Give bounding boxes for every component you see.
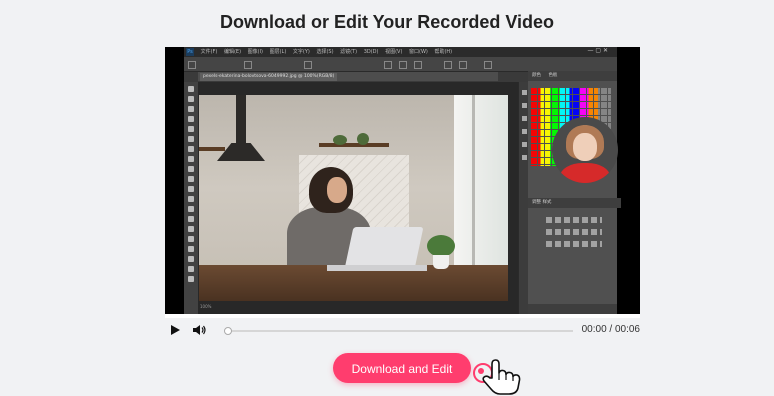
menu-item: 3D(D)	[363, 49, 379, 55]
menu-item: 滤镜(T)	[340, 49, 358, 55]
menu-item: 窗口(W)	[409, 49, 428, 55]
tool-icon	[188, 156, 194, 162]
menu-item: 编辑(E)	[223, 49, 242, 55]
align-icon	[399, 61, 407, 69]
menu-item: 选择(S)	[316, 49, 334, 55]
tool-icon	[188, 206, 194, 212]
tool-icon	[188, 256, 194, 262]
editor-options-bar	[184, 57, 617, 72]
plant	[357, 133, 369, 145]
player-controls: 00:00 / 00:06	[165, 320, 640, 342]
panel-tab: 颜色	[532, 73, 541, 78]
document-tab: pexels-ekaterina-bolovtsova-6049992.jpg …	[200, 73, 338, 81]
menu-item: 帮助(H)	[434, 49, 453, 55]
photoshop-screen: Ps 文件(F) 编辑(E) 图像(I) 图层(L) 文字(Y) 选择(S) 滤…	[184, 47, 621, 314]
editor-panels: 颜色 色板 调整 样式	[528, 71, 621, 314]
panel-icon	[521, 129, 527, 134]
tool-icon	[188, 176, 194, 182]
plant	[333, 135, 347, 145]
align-icon	[384, 61, 392, 69]
video-frame[interactable]: Ps 文件(F) 编辑(E) 图像(I) 图层(L) 文字(Y) 选择(S) 滤…	[165, 47, 640, 314]
potted-plant	[427, 235, 455, 257]
zoom-status: 100%	[200, 304, 212, 309]
shelf	[319, 143, 389, 147]
tool-icon	[188, 216, 194, 222]
range-hood	[217, 143, 265, 161]
progress-bar[interactable]	[224, 327, 573, 335]
tool-icon	[188, 236, 194, 242]
menu-item: 文件(F)	[200, 49, 218, 55]
tool-icon	[188, 86, 194, 92]
video-player[interactable]: Ps 文件(F) 编辑(E) 图像(I) 图层(L) 文字(Y) 选择(S) 滤…	[165, 47, 640, 318]
align-icon	[484, 61, 492, 69]
hand-cursor-icon	[482, 359, 521, 395]
download-and-edit-button[interactable]: Download and Edit	[333, 353, 471, 383]
tool-icon	[188, 166, 194, 172]
menu-item: 视图(V)	[385, 49, 403, 55]
tool-icon	[188, 186, 194, 192]
woman	[327, 177, 347, 203]
volume-icon[interactable]	[193, 324, 207, 336]
align-icon	[459, 61, 467, 69]
panel-tab: 样式	[542, 200, 552, 205]
align-icon	[414, 61, 422, 69]
option-icon	[304, 61, 312, 69]
potted-plant	[433, 255, 449, 269]
webcam-overlay	[552, 117, 618, 183]
webcam-person	[560, 163, 610, 183]
menu-item: 文字(Y)	[292, 49, 310, 55]
tool-icon	[188, 136, 194, 142]
ps-logo-icon: Ps	[186, 48, 194, 56]
tool-icon	[188, 116, 194, 122]
menu-item: 图层(L)	[269, 49, 287, 55]
editor-canvas: 100%	[198, 82, 518, 314]
swatches-panel-tabs: 颜色 色板	[528, 71, 617, 81]
option-icon	[244, 61, 252, 69]
toolbox	[184, 82, 198, 314]
tool-icon	[188, 106, 194, 112]
adjustments-panel-tabs: 调整 样式	[528, 198, 621, 208]
tool-icon	[188, 226, 194, 232]
tool-icon	[188, 126, 194, 132]
page-title: Download or Edit Your Recorded Video	[219, 12, 555, 32]
laptop	[344, 227, 424, 269]
editor-menubar: Ps 文件(F) 编辑(E) 图像(I) 图层(L) 文字(Y) 选择(S) 滤…	[184, 47, 617, 57]
tool-icon	[188, 276, 194, 282]
panel-tab: 色板	[548, 73, 558, 78]
tool-icon	[188, 266, 194, 272]
tool-icon	[188, 246, 194, 252]
panel-icon	[521, 90, 527, 95]
progress-thumb[interactable]	[224, 327, 232, 335]
panel-icon	[521, 103, 527, 108]
menu-item: 图像(I)	[247, 49, 264, 55]
panel-icon	[521, 116, 527, 121]
range-hood	[236, 95, 246, 145]
panel-icon	[521, 142, 527, 147]
tool-icon	[188, 146, 194, 152]
laptop	[327, 265, 427, 271]
document-tabbar: pexels-ekaterina-bolovtsova-6049992.jpg …	[198, 72, 498, 81]
adjustment-icons	[546, 217, 602, 253]
shelf	[199, 147, 225, 151]
layers-panel-tabs	[528, 304, 617, 314]
time-display: 00:00 / 00:06	[581, 324, 640, 335]
panel-tab: 调整	[532, 200, 541, 205]
window-controls-icon: — ▢ ✕	[587, 47, 608, 54]
kitchen-photo	[199, 95, 508, 301]
tool-icon	[188, 96, 194, 102]
move-tool-icon	[188, 61, 196, 69]
tool-icon	[188, 196, 194, 202]
align-icon	[444, 61, 452, 69]
play-icon[interactable]	[171, 325, 180, 335]
panel-icon	[521, 155, 527, 160]
webcam-person	[573, 133, 597, 161]
